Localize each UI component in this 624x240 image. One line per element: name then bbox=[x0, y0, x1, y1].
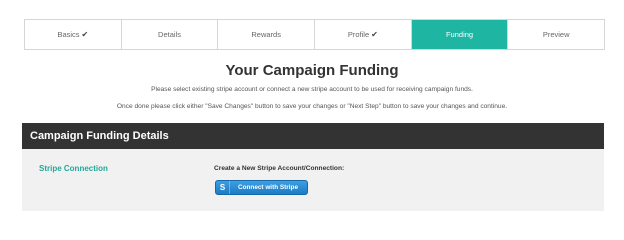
stripe-connection-label: Stripe Connection bbox=[39, 164, 108, 173]
step-basics[interactable]: Basics ✔ bbox=[25, 20, 122, 49]
step-label: Preview bbox=[542, 30, 570, 39]
step-details[interactable]: Details bbox=[122, 20, 219, 49]
stripe-icon: S bbox=[216, 181, 230, 194]
page-title: Your Campaign Funding bbox=[225, 62, 399, 79]
connect-stripe-button[interactable]: S Connect with Stripe bbox=[215, 180, 308, 195]
step-funding[interactable]: Funding bbox=[411, 20, 509, 49]
create-account-label: Create a New Stripe Account/Connection: bbox=[214, 165, 345, 172]
wizard-steps: Basics ✔ Details Rewards Profile ✔ Fundi… bbox=[24, 19, 605, 50]
panel-body: Stripe Connection Create a New Stripe Ac… bbox=[22, 149, 604, 211]
check-icon: ✔ bbox=[81, 29, 89, 39]
page-instructions: Once done please click either "Save Chan… bbox=[116, 103, 508, 110]
step-label: Profile bbox=[347, 30, 370, 39]
connect-stripe-label: Connect with Stripe bbox=[238, 184, 299, 191]
step-label: Rewards bbox=[251, 30, 281, 39]
step-label: Basics bbox=[57, 30, 80, 39]
step-rewards[interactable]: Rewards bbox=[218, 20, 316, 49]
panel-heading: Campaign Funding Details bbox=[22, 123, 604, 149]
check-icon: ✔ bbox=[371, 29, 378, 39]
step-label: Funding bbox=[445, 30, 474, 39]
step-preview[interactable]: Preview bbox=[508, 20, 604, 49]
page-description: Please select existing stripe account or… bbox=[151, 86, 473, 93]
panel-heading-text: Campaign Funding Details bbox=[30, 130, 169, 142]
step-profile[interactable]: Profile ✔ bbox=[315, 20, 412, 49]
step-label: Details bbox=[158, 30, 181, 39]
